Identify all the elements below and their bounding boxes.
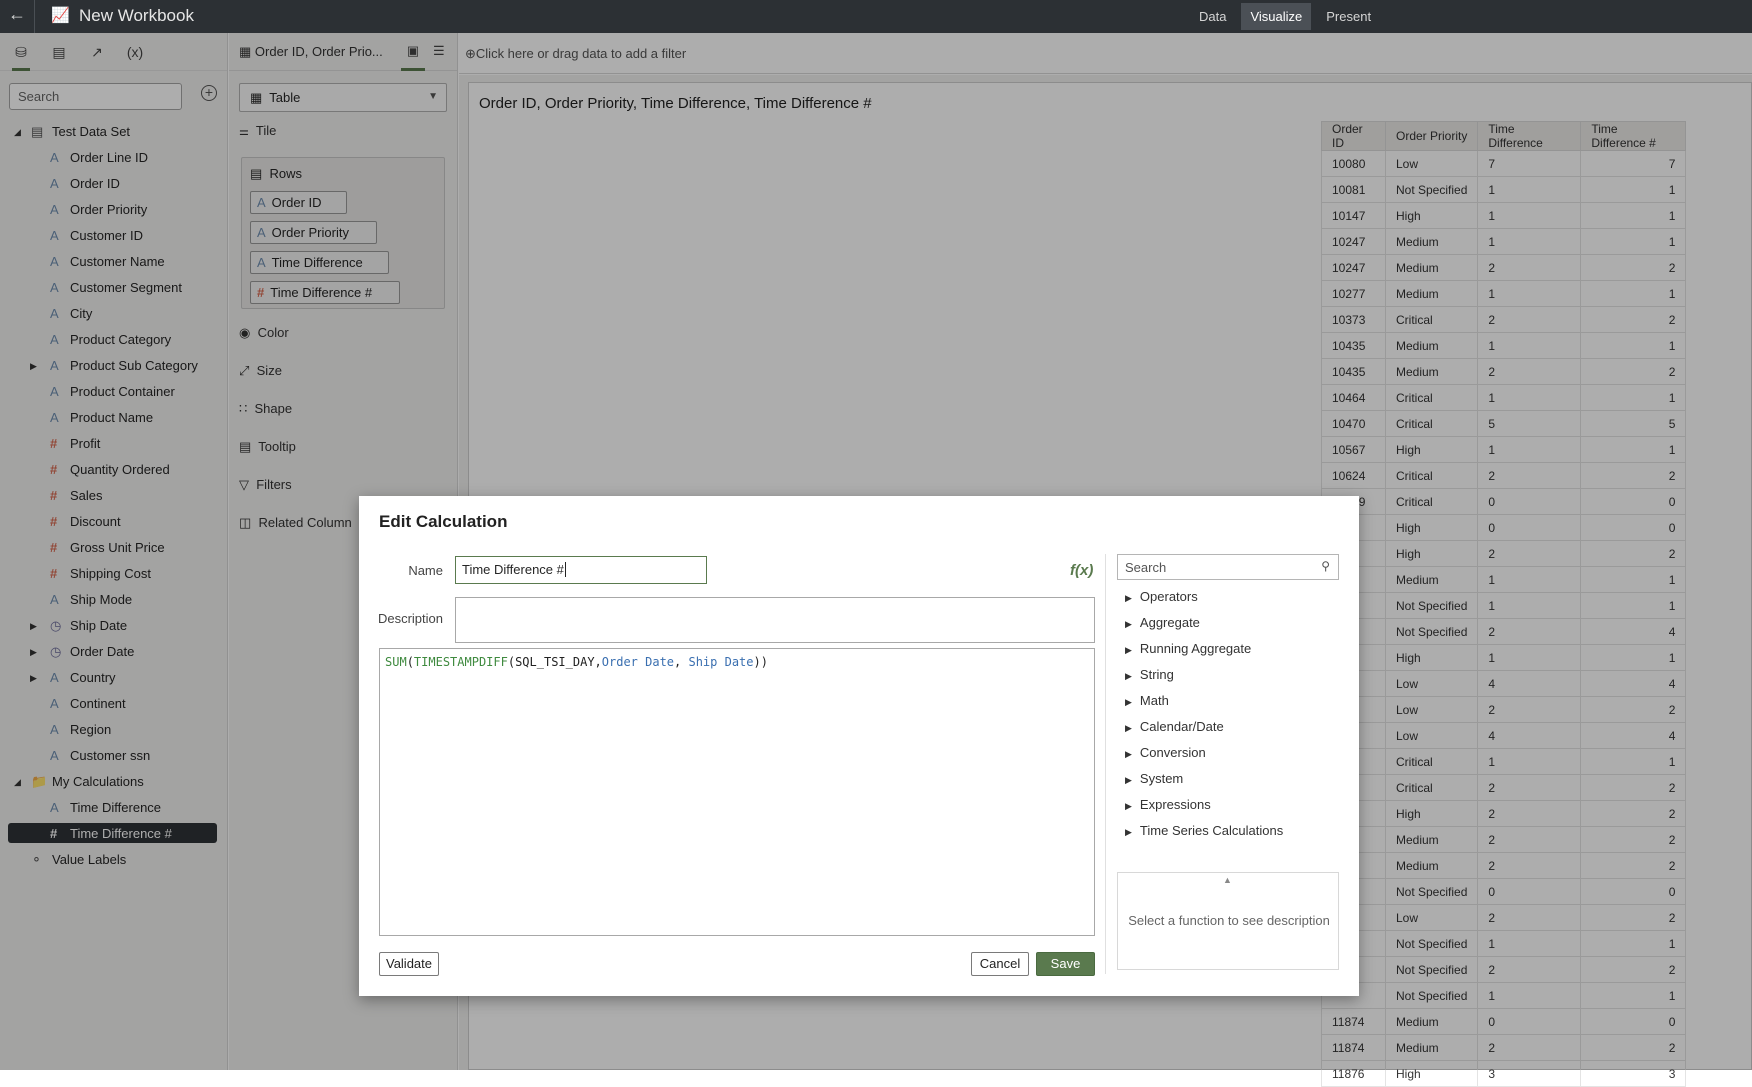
expand-triangle-icon: ▶ xyxy=(1125,671,1132,681)
function-group[interactable]: ▶ Math xyxy=(1117,688,1339,714)
expand-triangle-icon: ▶ xyxy=(1125,775,1132,785)
function-group-label: Conversion xyxy=(1139,745,1206,760)
mode-switcher: Data Visualize Present xyxy=(1190,0,1380,33)
name-value: Time Difference # xyxy=(462,562,564,577)
expand-triangle-icon: ▶ xyxy=(1125,645,1132,655)
expression-editor[interactable]: SUM(TIMESTAMPDIFF(SQL_TSI_DAY,Order Date… xyxy=(379,648,1095,936)
expr-comma: , xyxy=(674,655,689,669)
expand-triangle-icon: ▶ xyxy=(1125,697,1132,707)
cancel-button[interactable]: Cancel xyxy=(971,952,1029,976)
expr-timestampdiff: TIMESTAMPDIFF xyxy=(413,655,508,669)
function-group-label: Filters xyxy=(1140,849,1175,850)
function-group[interactable]: ▶ Operators xyxy=(1117,584,1339,610)
save-button[interactable]: Save xyxy=(1036,952,1095,976)
top-bar: ← 📈 New Workbook Data Visualize Present xyxy=(0,0,1752,33)
workbook-chart-icon: 📈 xyxy=(51,7,70,24)
function-group[interactable]: ▶ Time Series Calculations xyxy=(1117,818,1339,844)
expr-column-order-date: Order Date xyxy=(601,655,675,669)
expand-triangle-icon: ▶ xyxy=(1125,827,1132,837)
function-group[interactable]: ▶ Conversion xyxy=(1117,740,1339,766)
workbook-title[interactable]: New Workbook xyxy=(79,6,194,26)
function-group-label: Calendar/Date xyxy=(1139,719,1224,734)
function-fx-icon[interactable]: f(x) xyxy=(1070,562,1093,579)
expand-triangle-icon: ▶ xyxy=(1125,801,1132,811)
expand-triangle-icon: ▶ xyxy=(1125,749,1132,759)
expand-triangle-icon: ▶ xyxy=(1125,619,1132,629)
function-group-label: Expressions xyxy=(1139,797,1211,812)
function-group-label: String xyxy=(1139,667,1174,682)
function-group-label: System xyxy=(1139,771,1184,786)
dialog-divider xyxy=(1105,554,1106,974)
validate-button[interactable]: Validate xyxy=(379,952,439,976)
chevron-up-icon[interactable]: ▲ xyxy=(1223,875,1232,885)
function-group[interactable]: ▶ Expressions xyxy=(1117,792,1339,818)
function-group[interactable]: ▶ Running Aggregate xyxy=(1117,636,1339,662)
function-group[interactable]: ▶ String xyxy=(1117,662,1339,688)
expr-close: )) xyxy=(753,655,768,669)
function-group[interactable]: ▶ Aggregate xyxy=(1117,610,1339,636)
expand-triangle-icon: ▶ xyxy=(1125,723,1132,733)
search-icon: ⚲ xyxy=(1321,559,1330,573)
name-label: Name xyxy=(408,563,443,578)
function-description-text: Select a function to see description xyxy=(1128,913,1330,928)
expr-paren: ( xyxy=(507,655,516,669)
function-group-label: Math xyxy=(1139,693,1169,708)
divider xyxy=(34,0,35,33)
expr-paren: ( xyxy=(406,655,414,669)
name-input[interactable]: Time Difference # xyxy=(455,556,707,584)
edit-calculation-dialog: Edit Calculation Name Time Difference # … xyxy=(359,496,1359,996)
expr-sum: SUM xyxy=(385,655,407,669)
text-cursor xyxy=(564,562,566,577)
mode-data[interactable]: Data xyxy=(1190,3,1235,30)
dialog-title: Edit Calculation xyxy=(379,512,508,531)
description-label: Description xyxy=(377,611,443,626)
expr-column-ship-date: Ship Date xyxy=(688,655,754,669)
back-arrow-icon[interactable]: ← xyxy=(8,4,26,25)
expand-triangle-icon: ▶ xyxy=(1125,593,1132,603)
mode-visualize[interactable]: Visualize xyxy=(1241,3,1312,30)
function-group-label: Time Series Calculations xyxy=(1139,823,1284,838)
mode-present[interactable]: Present xyxy=(1317,3,1380,30)
function-description-box: ▲ Select a function to see description xyxy=(1117,872,1339,970)
function-group-label: Operators xyxy=(1139,589,1198,604)
function-list: ▶ Operators ▶ Aggregate ▶ Running Aggregate ▶ S… xyxy=(1117,584,1339,850)
function-group-label: Running Aggregate xyxy=(1139,641,1252,656)
description-input[interactable] xyxy=(455,597,1095,643)
function-group[interactable]: ▶ System xyxy=(1117,766,1339,792)
function-group[interactable]: ▶Filters xyxy=(1117,844,1339,850)
function-group[interactable]: ▶ Calendar/Date xyxy=(1117,714,1339,740)
function-search-placeholder: Search xyxy=(1125,560,1167,575)
function-group-label: Aggregate xyxy=(1139,615,1200,630)
expr-interval: SQL_TSI_DAY, xyxy=(515,655,602,669)
function-search-input[interactable]: Search ⚲ xyxy=(1117,554,1339,580)
